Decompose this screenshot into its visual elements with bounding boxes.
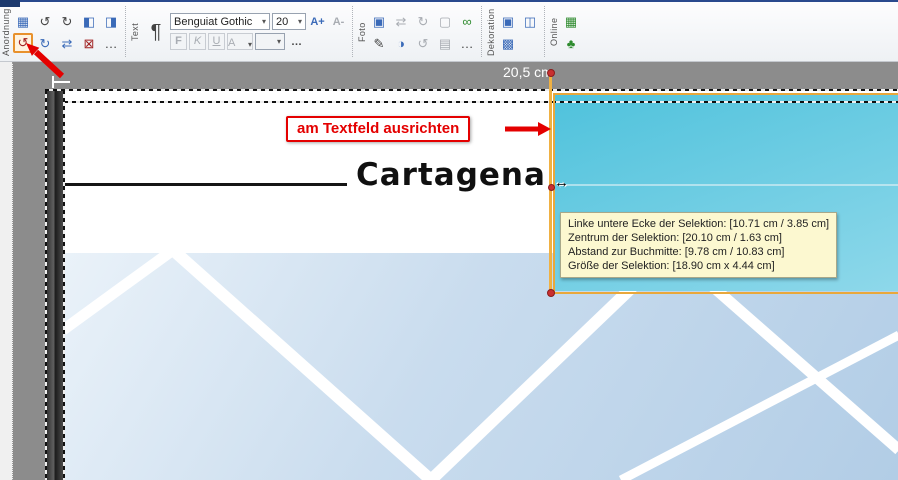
clipart-icon[interactable]: ▣ — [498, 11, 518, 31]
rotate-right-icon[interactable]: ↻ — [57, 11, 77, 31]
photo-more-button[interactable]: … — [457, 33, 477, 53]
align-grid-icon[interactable]: ▦ — [13, 11, 33, 31]
edit-photo-icon[interactable]: ✎ — [369, 33, 389, 53]
online-album-icon[interactable]: ▦ — [561, 11, 581, 31]
chevron-down-icon: ▾ — [245, 40, 252, 49]
rotate-photo-left-icon[interactable]: ↺ — [413, 33, 433, 53]
group-divider — [481, 6, 482, 57]
decrease-font-button[interactable]: A- — [329, 13, 348, 31]
font-name-value: Benguiat Gothic — [174, 16, 252, 28]
border-deco-icon[interactable]: ▩ — [498, 33, 518, 53]
bold-button[interactable]: F — [170, 33, 187, 50]
snap-guide-line — [549, 72, 552, 293]
insert-textfield-icon[interactable]: ¶ — [144, 12, 168, 52]
text-color-select[interactable]: ▾ — [255, 33, 285, 50]
title-rule-line — [64, 183, 347, 186]
ribbon-toolbar: Anordnung ▦ ↺ ↻ ◧ ◨ ↺ ↻ ⇄ ⊠ … Text ¶ — [0, 0, 898, 62]
photo-effects-icon[interactable]: ◑ — [391, 33, 411, 53]
foto-group: ▣ ⇄ ↻ ▢ ∞ ✎ ◑ ↺ ▤ … — [368, 2, 478, 61]
rotate-left-icon[interactable]: ↺ — [35, 11, 55, 31]
underline-button[interactable]: U — [208, 33, 225, 50]
add-photo-icon[interactable]: ▣ — [369, 11, 389, 31]
chevron-down-icon: ▾ — [259, 17, 266, 26]
page-width-label: 20,5 cm — [503, 64, 553, 80]
annotation-arrow-toolbar-icon — [20, 40, 66, 80]
increase-font-button[interactable]: A+ — [308, 13, 327, 31]
page-edge-dashed-left — [45, 90, 47, 480]
selection-info-tooltip: Linke untere Ecke der Selektion: [10.71 … — [560, 212, 837, 278]
rotate-photo-icon[interactable]: ↻ — [413, 11, 433, 31]
font-size-value: 20 — [276, 16, 288, 28]
page-margin-dashed-left — [63, 90, 65, 480]
chevron-down-icon: ▾ — [295, 17, 302, 26]
guide-handle-bottom[interactable] — [547, 289, 555, 297]
tooltip-line: Größe der Selektion: [18.90 cm x 4.44 cm… — [568, 259, 829, 273]
layer-lower-icon[interactable]: ◨ — [101, 11, 121, 31]
online-group: ▦ ♣ — [560, 2, 582, 61]
ruler-tick — [54, 81, 70, 83]
group-label-foto: Foto — [356, 4, 368, 60]
link-icon[interactable]: ∞ — [457, 11, 477, 31]
book-spine — [46, 90, 63, 480]
font-size-select[interactable]: 20 ▾ — [272, 13, 306, 30]
layer-raise-icon[interactable]: ◧ — [79, 11, 99, 31]
group-label-anordnung: Anordnung — [0, 4, 12, 60]
group-divider — [125, 6, 126, 57]
annotation-callout: am Textfeld ausrichten — [286, 116, 470, 142]
font-select[interactable]: Benguiat Gothic ▾ — [170, 13, 270, 30]
left-rail — [0, 62, 13, 480]
online-tree-icon[interactable]: ♣ — [561, 33, 581, 53]
annotation-arrow-icon — [505, 121, 553, 137]
frame-icon[interactable]: ▢ — [435, 11, 455, 31]
group-divider — [544, 6, 545, 57]
text-more-button[interactable]: … — [287, 33, 306, 51]
tooltip-line: Zentrum der Selektion: [20.10 cm / 1.63 … — [568, 231, 829, 245]
page-title[interactable]: Cartagena — [356, 157, 546, 193]
photo-border-icon[interactable]: ▤ — [435, 33, 455, 53]
chevron-down-icon: ▾ — [274, 37, 281, 46]
group-label-online: Online — [548, 4, 560, 60]
dekoration-group: ▣ ◫ ▩ — [497, 2, 541, 61]
tooltip-line: Linke untere Ecke der Selektion: [10.71 … — [568, 217, 829, 231]
font-color-glyph: A — [228, 37, 235, 49]
font-color-button[interactable]: A ▾ — [227, 33, 253, 50]
arrange-more-button[interactable]: … — [101, 33, 121, 53]
text-group: ¶ Benguiat Gothic ▾ 20 ▾ A+ A- F K U A — [141, 2, 349, 61]
guide-handle-top[interactable] — [547, 69, 555, 77]
group-label-dekoration: Dekoration — [485, 4, 497, 60]
resize-cursor-icon: ↔ — [554, 174, 569, 191]
italic-button[interactable]: K — [189, 33, 206, 50]
tooltip-line: Abstand zur Buchmitte: [9.78 cm / 10.83 … — [568, 245, 829, 259]
window-corner — [0, 0, 20, 7]
editor-canvas[interactable]: 20,5 cm Cartagena ↔ Linke untere Ecke de… — [0, 62, 898, 480]
group-divider — [352, 6, 353, 57]
layer-delete-icon[interactable]: ⊠ — [79, 33, 99, 53]
background-icon[interactable]: ◫ — [520, 11, 540, 31]
page-edge-dashed-top — [45, 89, 898, 91]
swap-photo-icon[interactable]: ⇄ — [391, 11, 411, 31]
group-label-text: Text — [129, 4, 141, 60]
